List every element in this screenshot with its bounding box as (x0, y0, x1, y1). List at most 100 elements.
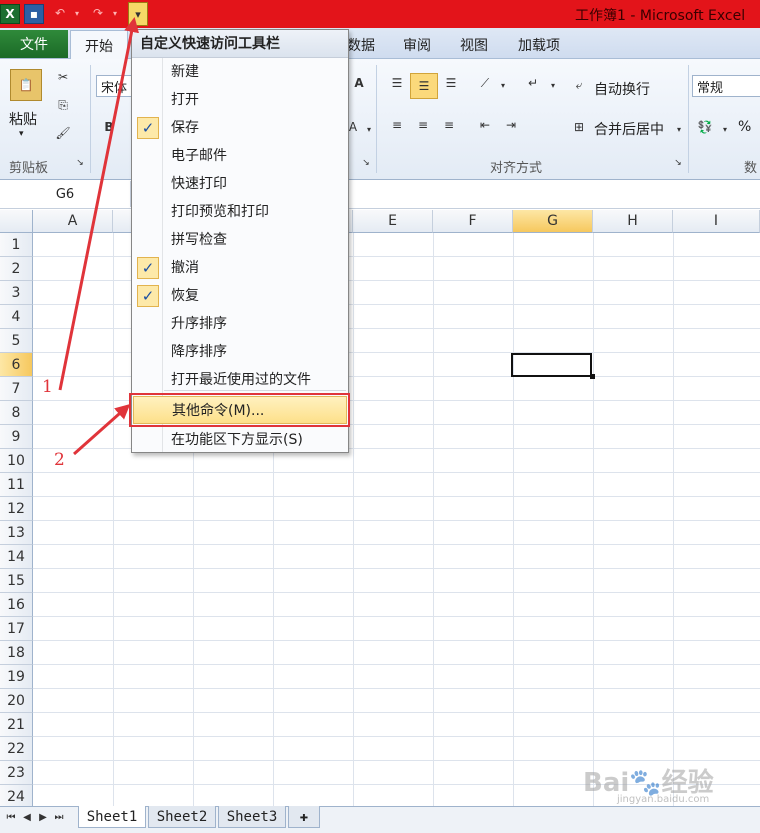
row-header-5[interactable]: 5 (0, 329, 33, 353)
paste-button[interactable]: 粘贴 (9, 109, 37, 129)
prev-sheet-icon[interactable]: ◀ (20, 810, 34, 824)
row-header-23[interactable]: 23 (0, 761, 33, 785)
column-header-i[interactable]: I (673, 210, 760, 233)
orientation-dropdown-icon[interactable]: ▾ (494, 77, 512, 93)
clipboard-launcher-icon[interactable]: ↘ (74, 157, 86, 169)
select-all-corner[interactable] (0, 210, 33, 233)
row-header-20[interactable]: 20 (0, 689, 33, 713)
save-icon[interactable]: ▪ (24, 4, 44, 24)
first-sheet-icon[interactable]: ⏮ (4, 810, 18, 824)
row-header-16[interactable]: 16 (0, 593, 33, 617)
align-middle-icon[interactable]: ☰ (410, 73, 438, 99)
menu-item-7[interactable]: 撤消 ✓ (133, 254, 347, 282)
alignment-launcher-icon[interactable]: ↘ (672, 157, 684, 169)
menu-item-3[interactable]: 电子邮件 (133, 142, 347, 170)
column-header-h[interactable]: H (593, 210, 673, 233)
redo-dropdown-icon[interactable]: ▾ (110, 4, 120, 22)
menu-item-0[interactable]: 新建 (133, 58, 347, 86)
redo-icon[interactable]: ↷ (88, 4, 108, 22)
active-cell-g6[interactable] (511, 353, 592, 377)
font-launcher-icon[interactable]: ↘ (360, 157, 372, 169)
menu-item-1[interactable]: 打开 (133, 86, 347, 114)
paste-icon[interactable]: 📋 (10, 69, 42, 101)
row-header-1[interactable]: 1 (0, 233, 33, 257)
row-header-13[interactable]: 13 (0, 521, 33, 545)
name-box[interactable]: G6 (0, 181, 131, 207)
decrease-indent-icon[interactable]: ⇤ (476, 117, 494, 133)
row-header-21[interactable]: 21 (0, 713, 33, 737)
accounting-format-icon[interactable]: 💱 (696, 119, 714, 135)
column-header-g[interactable]: G (513, 210, 593, 233)
sheet-tab-sheet3[interactable]: Sheet3 (218, 806, 286, 828)
align-left-icon[interactable]: ≡ (388, 117, 406, 133)
orientation-icon[interactable]: ⟋ (476, 75, 494, 91)
tab-view[interactable]: 视图 (460, 35, 488, 55)
row-header-12[interactable]: 12 (0, 497, 33, 521)
row-header-4[interactable]: 4 (0, 305, 33, 329)
row-header-3[interactable]: 3 (0, 281, 33, 305)
number-format-combo[interactable]: 常规 (692, 75, 760, 97)
undo-icon[interactable]: ↶ (50, 4, 70, 22)
next-sheet-icon[interactable]: ▶ (36, 810, 50, 824)
format-painter-icon[interactable]: 🖌 (54, 125, 72, 141)
accounting-dropdown-icon[interactable]: ▾ (716, 121, 734, 137)
menu-item-10[interactable]: 降序排序 (133, 338, 347, 366)
row-header-17[interactable]: 17 (0, 617, 33, 641)
row-header-7[interactable]: 7 (0, 377, 33, 401)
indent-options-icon[interactable]: ↵ (524, 75, 542, 91)
shrink-font-icon[interactable]: A (350, 75, 368, 91)
percent-style-button[interactable]: % (738, 119, 751, 135)
row-header-2[interactable]: 2 (0, 257, 33, 281)
row-header-11[interactable]: 11 (0, 473, 33, 497)
align-right-icon[interactable]: ≡ (440, 117, 458, 133)
align-center-icon[interactable]: ≡ (414, 117, 432, 133)
last-sheet-icon[interactable]: ⏭ (52, 810, 66, 824)
increase-indent-icon[interactable]: ⇥ (502, 117, 520, 133)
tab-file[interactable]: 文件 (0, 30, 68, 58)
paste-dropdown-icon[interactable]: ▾ (19, 129, 24, 139)
sheet-tab-sheet1[interactable]: Sheet1 (78, 806, 146, 828)
row-header-6[interactable]: 6 (0, 353, 33, 377)
merge-center-icon[interactable]: ⊞ (570, 119, 588, 135)
indent-dropdown-icon[interactable]: ▾ (544, 77, 562, 93)
excel-app-icon[interactable]: X (0, 4, 20, 24)
insert-sheet-icon[interactable]: ✚ (288, 806, 320, 828)
copy-icon[interactable]: ⎘ (54, 97, 72, 113)
undo-dropdown-icon[interactable]: ▾ (72, 4, 82, 22)
column-header-f[interactable]: F (433, 210, 513, 233)
row-header-22[interactable]: 22 (0, 737, 33, 761)
row-header-14[interactable]: 14 (0, 545, 33, 569)
align-top-icon[interactable]: ☰ (388, 75, 406, 91)
tab-data[interactable]: 数据 (347, 35, 375, 55)
menu-item-2[interactable]: 保存 ✓ (133, 114, 347, 142)
wrap-text-button[interactable]: 自动换行 (594, 79, 650, 99)
cut-icon[interactable]: ✂ (54, 69, 72, 85)
wrap-text-icon[interactable]: ⤶ (570, 77, 588, 93)
row-header-9[interactable]: 9 (0, 425, 33, 449)
worksheet-grid[interactable] (0, 210, 760, 806)
align-bottom-icon[interactable]: ☰ (442, 75, 460, 91)
merge-center-button[interactable]: 合并后居中 (594, 119, 664, 139)
tab-addins[interactable]: 加载项 (518, 35, 560, 55)
row-header-10[interactable]: 10 (0, 449, 33, 473)
font-name-combo[interactable]: 宋体 (96, 75, 136, 97)
fill-handle[interactable] (590, 374, 595, 379)
customize-qat-button[interactable]: ▾ (128, 2, 148, 26)
sheet-tab-sheet2[interactable]: Sheet2 (148, 806, 216, 828)
menu-item-5[interactable]: 打印预览和打印 (133, 198, 347, 226)
row-header-8[interactable]: 8 (0, 401, 33, 425)
merge-dropdown-icon[interactable]: ▾ (670, 121, 688, 137)
row-header-19[interactable]: 19 (0, 665, 33, 689)
column-header-e[interactable]: E (353, 210, 433, 233)
row-header-18[interactable]: 18 (0, 641, 33, 665)
menu-item-4[interactable]: 快速打印 (133, 170, 347, 198)
menu-item-9[interactable]: 升序排序 (133, 310, 347, 338)
menu-item-6[interactable]: 拼写检查 (133, 226, 347, 254)
bold-icon[interactable]: B (100, 119, 118, 135)
menu-item-show-below-ribbon[interactable]: 在功能区下方显示(S) (133, 426, 347, 454)
tab-review[interactable]: 审阅 (403, 35, 431, 55)
row-header-15[interactable]: 15 (0, 569, 33, 593)
column-header-a[interactable]: A (33, 210, 113, 233)
tab-home[interactable]: 开始 (70, 30, 128, 60)
menu-item-8[interactable]: 恢复 ✓ (133, 282, 347, 310)
